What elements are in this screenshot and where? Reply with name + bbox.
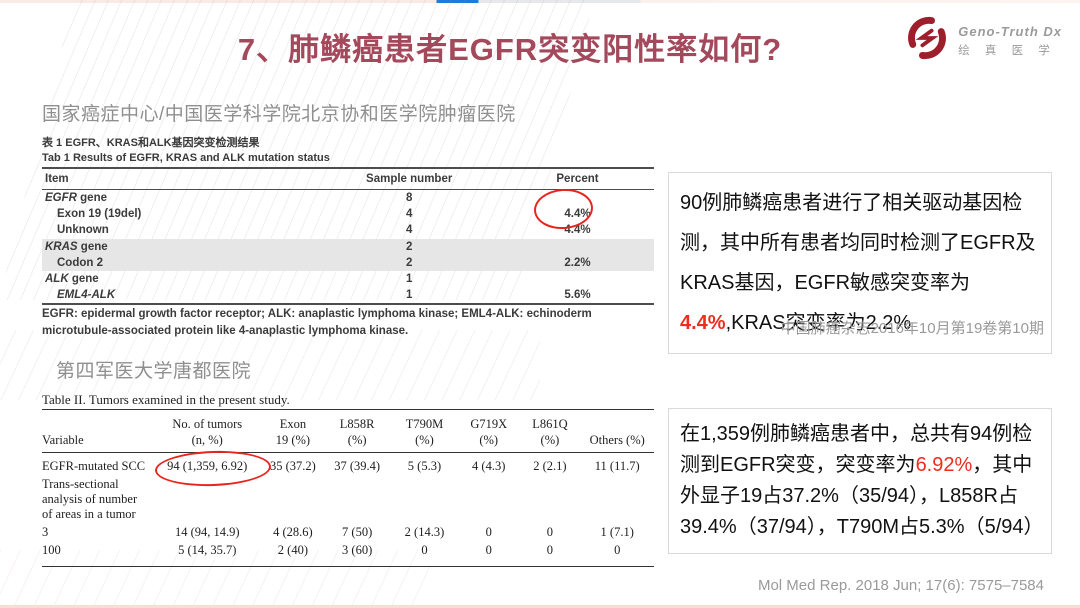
- table-row: 314 (94, 14.9)4 (28.6)7 (50)2 (14.3)001 …: [42, 523, 654, 541]
- table-cell: [324, 475, 391, 478]
- table-cell: 1: [317, 271, 501, 287]
- table-cell: 0: [519, 541, 580, 559]
- table-cell: EML4-ALK: [42, 287, 317, 303]
- table-cell: Unknown: [42, 222, 317, 238]
- table-cell: EGFR-mutated SCC: [42, 457, 152, 475]
- tumors-examined-table: VariableNo. of tumors (n, %)Exon 19 (%)L…: [42, 409, 654, 567]
- table-cell: 0: [391, 541, 458, 559]
- table-cell: 2 (40): [262, 541, 323, 559]
- column-header: L858R (%): [324, 416, 391, 449]
- table2-header-row: VariableNo. of tumors (n, %)Exon 19 (%)L…: [42, 409, 654, 453]
- logo-name-cn: 绘 真 医 学: [958, 42, 1062, 58]
- table-row: 1005 (14, 35.7)2 (40)3 (60)0000: [42, 541, 654, 559]
- table-cell: 35 (37.2): [262, 457, 323, 475]
- note2-highlight: 6.92%: [916, 454, 973, 476]
- column-header: Variable: [42, 432, 152, 448]
- table-cell: [519, 475, 580, 478]
- table-cell: 1 (7.1): [581, 523, 654, 541]
- logo-name-en: Geno-Truth Dx: [958, 24, 1062, 39]
- table-row: Codon 222.2%: [42, 255, 654, 271]
- table-cell: 11 (11.7): [581, 457, 654, 475]
- table-cell: 1: [317, 287, 501, 303]
- table-cell: 4: [317, 222, 501, 238]
- table-cell: [391, 475, 458, 478]
- table-row: ALK gene1: [42, 271, 654, 287]
- column-header: G719X (%): [458, 416, 519, 449]
- table-cell: 2.2%: [501, 255, 654, 271]
- table-cell: 0: [458, 541, 519, 559]
- table-cell: 2: [317, 255, 501, 271]
- column-header: Item: [42, 173, 317, 185]
- summary-box-2: 在1,359例肺鳞癌患者中，总共有94例检测到EGFR突变，突变率为6.92%，…: [668, 408, 1052, 554]
- table-cell: 5 (5.3): [391, 457, 458, 475]
- table2-body: EGFR-mutated SCC94 (1,359, 6.92)35 (37.2…: [42, 453, 654, 567]
- table-cell: 0: [519, 523, 580, 541]
- table-cell: KRAS gene: [42, 239, 317, 255]
- table2-caption: Table II. Tumors examined in the present…: [42, 392, 290, 408]
- table-cell: 5.6%: [501, 287, 654, 303]
- table1-header-row: Item Sample number Percent: [42, 167, 654, 190]
- table-cell: 2 (2.1): [519, 457, 580, 475]
- column-header: Sample number: [317, 173, 501, 185]
- table-cell: [262, 475, 323, 478]
- table-cell: 14 (94, 14.9): [152, 523, 262, 541]
- table1-caption-cn: 表 1 EGFR、KRAS和ALK基因突变检测结果: [42, 134, 260, 150]
- table-cell: 4 (4.3): [458, 457, 519, 475]
- table-cell: 37 (39.4): [324, 457, 391, 475]
- table-cell: 2: [317, 239, 501, 255]
- logo-text: Geno-Truth Dx 绘 真 医 学: [958, 24, 1062, 58]
- table-cell: 5 (14, 35.7): [152, 541, 262, 559]
- table-cell: 8: [317, 190, 501, 206]
- table-cell: [458, 475, 519, 478]
- note1-text: 90例肺鳞癌患者进行了相关驱动基因检测，其中所有患者均同时检测了EGFR及KRA…: [680, 192, 1036, 294]
- table-cell: ALK gene: [42, 271, 317, 287]
- section1-heading: 国家癌症中心/中国医学科学院北京协和医学院肿瘤医院: [42, 99, 516, 126]
- table-cell: 3 (60): [324, 541, 391, 559]
- table-cell: Exon 19 (19del): [42, 206, 317, 222]
- company-logo: Geno-Truth Dx 绘 真 医 学: [905, 16, 1062, 65]
- table1-caption-en: Tab 1 Results of EGFR, KRAS and ALK muta…: [42, 152, 330, 164]
- table1-footnote: EGFR: epidermal growth factor receptor; …: [42, 306, 658, 341]
- table-row: KRAS gene2: [42, 239, 654, 255]
- table-cell: 4 (28.6): [262, 523, 323, 541]
- column-header: Exon 19 (%): [262, 416, 323, 449]
- table-cell: [581, 475, 654, 478]
- geno-truth-logo-icon: [905, 16, 949, 65]
- table-cell: 3: [42, 523, 152, 541]
- table-cell: 2 (14.3): [391, 523, 458, 541]
- table-cell: 0: [581, 541, 654, 559]
- citation-1: 中国肺癌杂志2016年10月第19卷第10期: [668, 317, 1044, 338]
- mutation-status-table: Item Sample number Percent EGFR gene8Exo…: [42, 167, 654, 305]
- column-header: Percent: [501, 173, 654, 185]
- column-header: T790M (%): [391, 416, 458, 449]
- table-cell: 4: [317, 206, 501, 222]
- column-header: L861Q (%): [519, 416, 580, 449]
- column-header: No. of tumors (n, %): [152, 416, 262, 449]
- table-cell: 100: [42, 541, 152, 559]
- table-cell: EGFR gene: [42, 190, 317, 206]
- table-row: EML4-ALK15.6%: [42, 287, 654, 303]
- table-cell: 0: [458, 523, 519, 541]
- table-row: Trans-sectional analysis of number of ar…: [42, 475, 654, 523]
- slide: { "colors": { "title": "#a4495c", "accen…: [0, 0, 1080, 608]
- table-cell: Codon 2: [42, 255, 317, 271]
- column-header: Others (%): [581, 432, 654, 448]
- table-cell: 7 (50): [324, 523, 391, 541]
- table-cell: Trans-sectional analysis of number of ar…: [42, 475, 152, 523]
- section2-heading: 第四军医大学唐都医院: [56, 356, 251, 383]
- table-row: EGFR-mutated SCC94 (1,359, 6.92)35 (37.2…: [42, 457, 654, 475]
- top-progress-bar: [0, 0, 1080, 3]
- page-title: 7、肺鳞癌患者EGFR突变阳性率如何?: [0, 24, 1020, 69]
- citation-2: Mol Med Rep. 2018 Jun; 17(6): 7575–7584: [668, 577, 1044, 594]
